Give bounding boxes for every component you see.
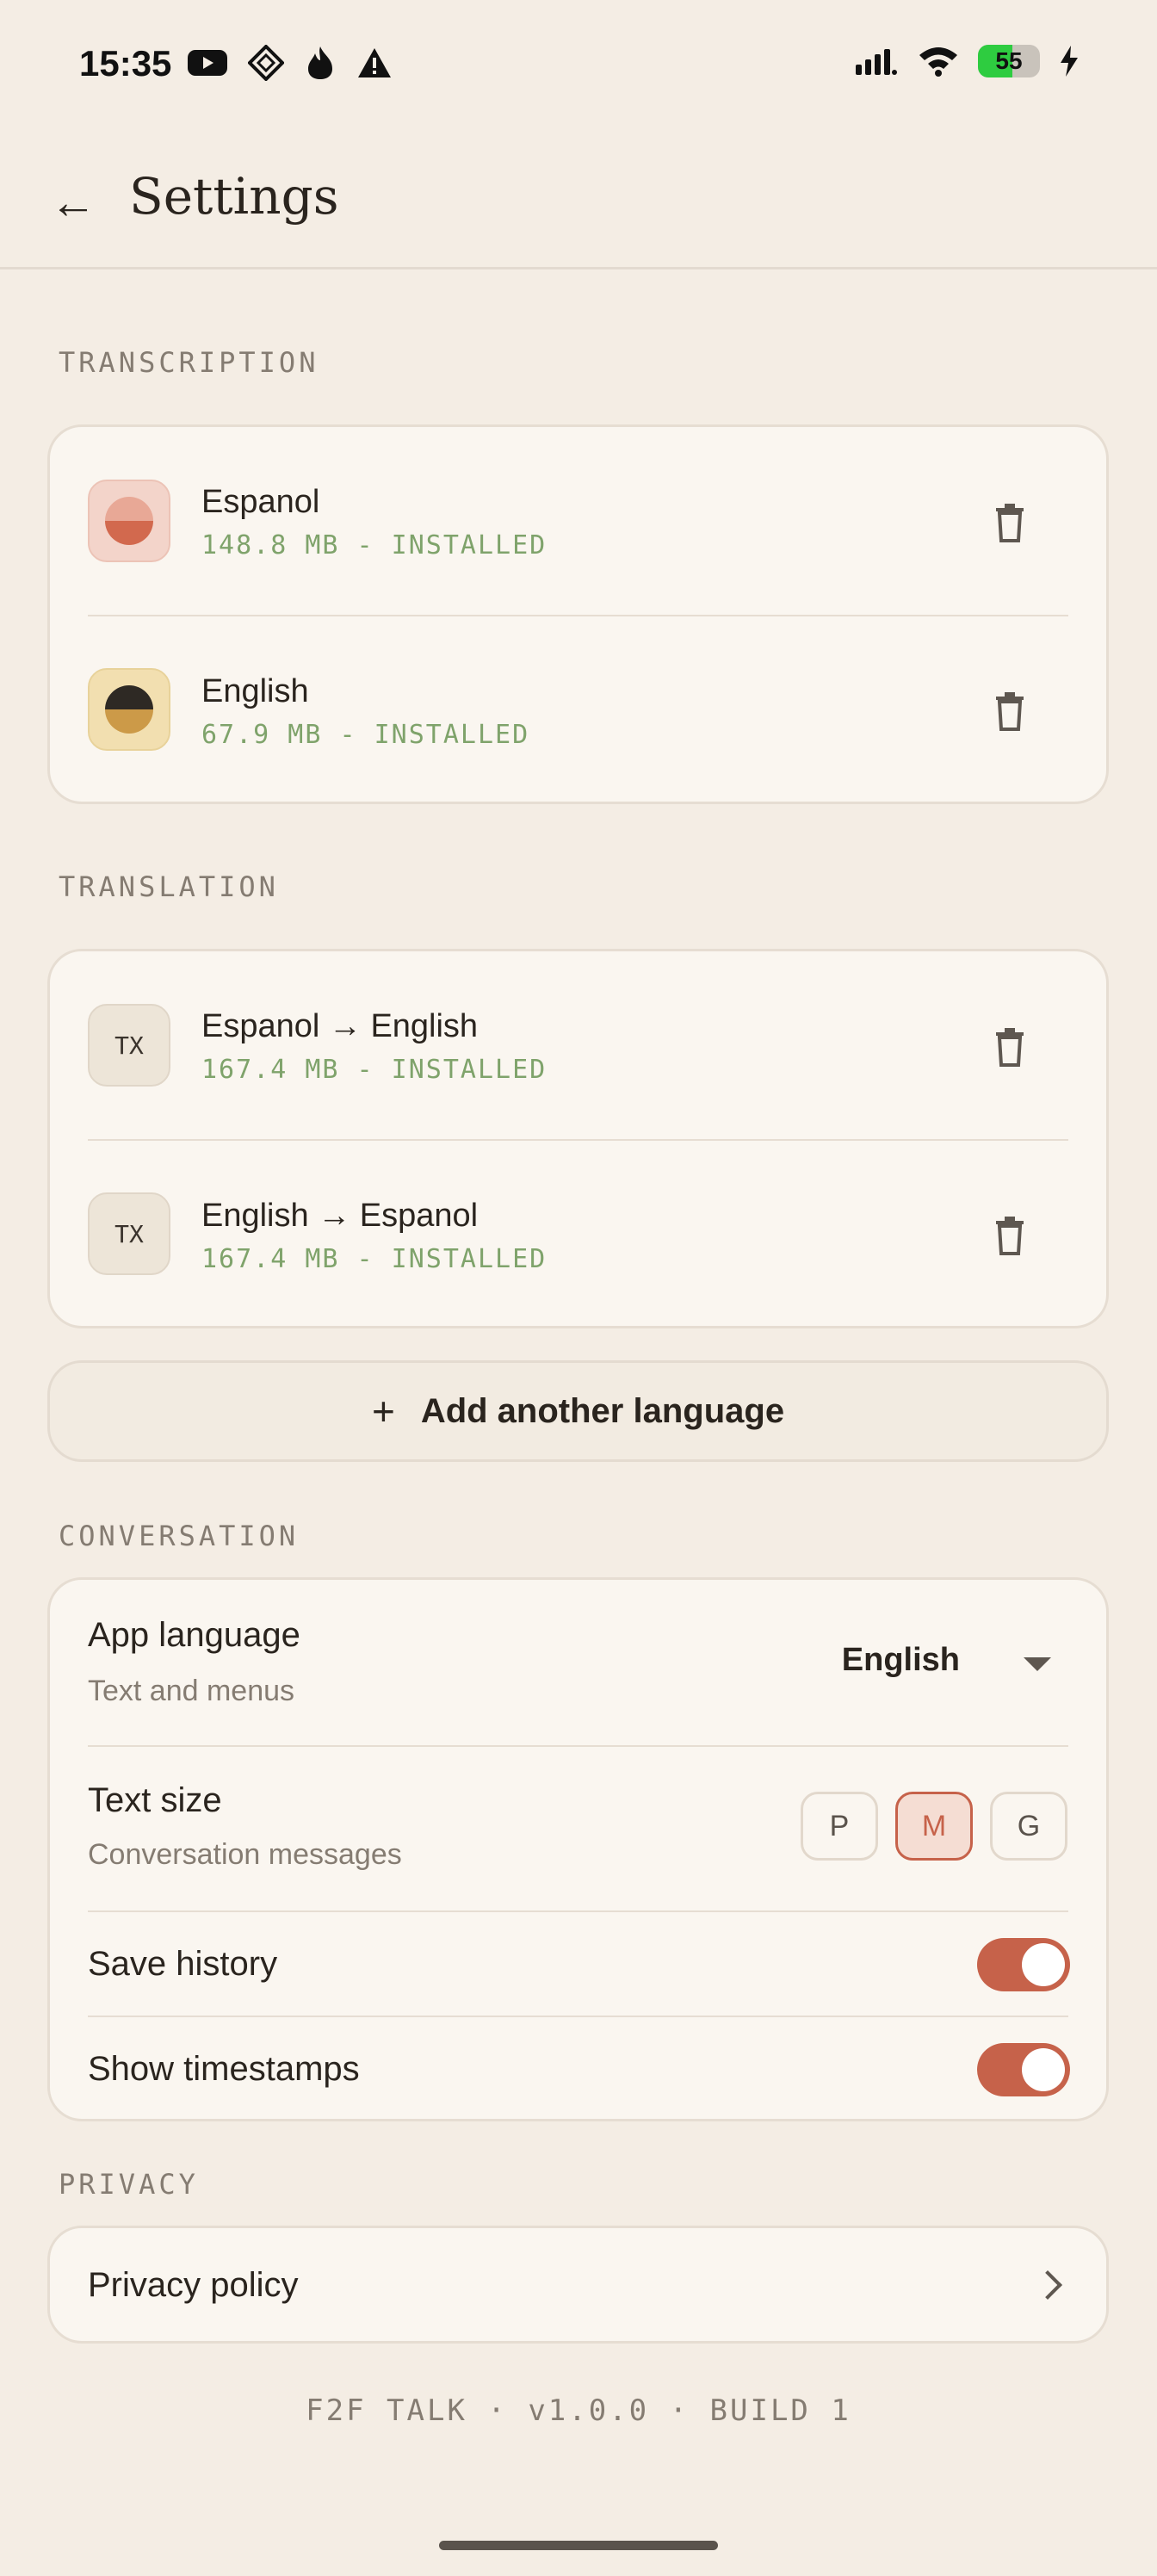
chevron-down-icon[interactable] [1024,1657,1051,1671]
text-size-subtitle: Conversation messages [88,1838,402,1871]
show-timestamps-title: Show timestamps [88,2050,360,2088]
app-language-subtitle: Text and menus [88,1675,295,1707]
text-size-row: Text size Conversation messages P M G [50,1747,1106,1910]
show-timestamps-toggle[interactable] [977,2043,1070,2096]
espanol-language-icon [88,480,170,562]
trash-icon[interactable] [993,1027,1027,1067]
model-name: Espanol → English [201,1008,479,1044]
add-language-button[interactable]: + Add another language [47,1360,1109,1462]
model-name: Espanol [201,484,320,520]
home-indicator[interactable] [439,2541,718,2550]
add-language-label: Add another language [420,1391,785,1430]
model-meta: 67.9 MB - INSTALLED [201,720,530,750]
app-language-title: App language [88,1616,300,1654]
transcription-item-english[interactable]: English 67.9 MB - INSTALLED [50,616,1106,804]
trash-icon[interactable] [993,503,1027,542]
model-name: English → Espanol [201,1198,479,1234]
battery-level: 55 [995,47,1023,74]
text-size-option-small[interactable]: P [801,1792,878,1861]
save-history-row: Save history [50,1912,1106,2016]
status-bar: 15:35 55 [0,0,1157,129]
app-language-dropdown[interactable]: English [842,1642,960,1679]
notification-icons [188,45,393,81]
conversation-card: App language Text and menus English Text… [47,1577,1109,2121]
model-meta: 167.4 MB - INSTALLED [201,1244,548,1274]
warning-icon [358,48,391,77]
section-label-conversation: CONVERSATION [59,1520,300,1552]
english-language-icon [88,668,170,751]
show-timestamps-row: Show timestamps [50,2017,1106,2121]
signal-icon [856,49,897,75]
version-footer: F2F TALK · v1.0.0 · BUILD 1 [306,2393,851,2428]
text-size-title: Text size [88,1781,222,1819]
charging-icon [1061,46,1078,77]
wifi-icon [919,47,957,77]
text-size-option-large[interactable]: G [990,1792,1067,1861]
privacy-card: Privacy policy [47,2226,1109,2344]
translation-badge: TX [88,1192,170,1275]
back-arrow-icon[interactable]: ← [50,179,96,226]
translation-badge: TX [88,1004,170,1087]
section-label-transcription: TRANSCRIPTION [59,346,319,379]
section-label-translation: TRANSLATION [59,870,279,903]
chevron-right-icon[interactable] [1033,2270,1062,2300]
plus-icon: + [371,1389,395,1434]
page-title: Settings [129,167,339,226]
toggle-knob [1022,1943,1065,1986]
battery-icon: 55 [978,45,1040,77]
youtube-icon [188,50,227,76]
trash-icon[interactable] [993,691,1027,731]
status-time: 15:35 [79,43,172,84]
save-history-title: Save history [88,1945,278,1983]
transcription-item-espanol[interactable]: Espanol 148.8 MB - INSTALLED [50,427,1106,615]
app-header: ← Settings [0,129,1157,269]
app-language-row[interactable]: App language Text and menus English [50,1580,1106,1745]
flame-icon [308,46,332,79]
translation-item-en-es[interactable]: TX English → Espanol 167.4 MB - INSTALLE… [50,1141,1106,1328]
section-label-privacy: PRIVACY [59,2168,199,2201]
diamond-app-icon [248,45,284,81]
model-meta: 148.8 MB - INSTALLED [201,530,548,560]
transcription-card: Espanol 148.8 MB - INSTALLED English 67.… [47,424,1109,804]
translation-item-es-en[interactable]: TX Espanol → English 167.4 MB - INSTALLE… [50,951,1106,1139]
toggle-knob [1022,2048,1065,2091]
translation-card: TX Espanol → English 167.4 MB - INSTALLE… [47,949,1109,1328]
model-meta: 167.4 MB - INSTALLED [201,1055,548,1085]
model-name: English [201,673,309,709]
trash-icon[interactable] [993,1216,1027,1255]
privacy-policy-row[interactable]: Privacy policy [50,2228,1106,2341]
save-history-toggle[interactable] [977,1938,1070,1991]
text-size-option-medium[interactable]: M [895,1792,973,1861]
system-icons: 55 [854,45,1080,77]
privacy-policy-title: Privacy policy [88,2266,299,2304]
